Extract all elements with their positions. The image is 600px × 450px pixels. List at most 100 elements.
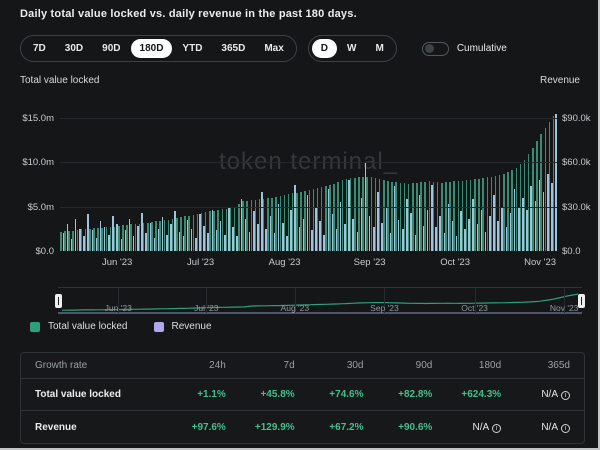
table-value-cell: +1.1% [171, 389, 240, 400]
range-button-ytd[interactable]: YTD [173, 39, 211, 58]
table-value-cell: N/Ai [446, 422, 515, 433]
range-button-7d[interactable]: 7D [24, 39, 55, 58]
x-axis-month-label: Jul '23 [187, 257, 214, 268]
tvl-bar [238, 204, 240, 251]
range-button-90d[interactable]: 90D [93, 39, 129, 58]
tvl-bar [379, 179, 381, 251]
tvl-bar [197, 214, 199, 251]
tvl-bar [383, 180, 385, 251]
tvl-bar [420, 182, 422, 251]
table-header-cell: 7d [240, 360, 309, 371]
tvl-bar [280, 196, 282, 251]
table-value-cell: +624.3% [446, 389, 515, 400]
tvl-bar [478, 179, 480, 251]
tvl-bar [474, 179, 476, 251]
info-icon[interactable]: i [561, 391, 570, 400]
tvl-bar [516, 168, 518, 251]
bar-group [553, 100, 557, 251]
plot-area[interactable] [60, 100, 557, 251]
tvl-bar [371, 177, 373, 251]
tvl-bar [549, 122, 551, 251]
table-header-cell: Growth rate [21, 360, 171, 371]
tvl-bar [375, 178, 377, 251]
range-button-max[interactable]: Max [255, 39, 292, 58]
brush-month-label: Sep '23 [370, 303, 399, 313]
tvl-bar [545, 128, 547, 251]
tvl-bar [325, 186, 327, 251]
tvl-bar [222, 209, 224, 251]
tvl-bar [346, 179, 348, 251]
left-axis-title: Total value locked [20, 75, 100, 86]
table-value-cell: +97.6% [171, 422, 240, 433]
tvl-bar [226, 209, 228, 251]
tvl-bar [106, 227, 108, 251]
timeline-brush[interactable]: Jun '23Jul '23Aug '23Sep '23Oct '23Nov '… [58, 287, 582, 313]
tvl-bar [412, 183, 414, 251]
legend: Total value locked Revenue [30, 321, 212, 332]
tvl-bar [395, 182, 397, 251]
brush-handle-left[interactable] [55, 294, 62, 308]
brush-month-label: Oct '23 [461, 303, 488, 313]
tvl-bar [553, 116, 555, 251]
info-icon[interactable]: i [561, 424, 570, 433]
tvl-bar [495, 176, 497, 251]
tvl-bar [139, 224, 141, 252]
brush-month-label: Nov '23 [550, 303, 579, 313]
gridline [60, 162, 557, 163]
granularity-button-w[interactable]: W [338, 39, 365, 58]
tvl-bar [342, 180, 344, 251]
table-value-cell: +129.9% [240, 422, 309, 433]
tvl-bar [114, 227, 116, 251]
axis-tick-label: $15.0m [0, 113, 54, 124]
tvl-bar [437, 182, 439, 251]
range-button-30d[interactable]: 30D [56, 39, 92, 58]
tvl-bar [292, 193, 294, 251]
legend-label: Total value locked [48, 321, 128, 332]
brush-month-label: Jun '23 [105, 303, 132, 313]
tvl-bar [482, 178, 484, 251]
legend-item[interactable]: Revenue [154, 321, 212, 332]
gridline [60, 207, 557, 208]
tvl-bar [507, 172, 509, 251]
axis-tick-label: $30.0k [562, 202, 600, 213]
tvl-bar [246, 201, 248, 252]
table-header-cell: 24h [171, 360, 240, 371]
brush-sparkline [58, 288, 582, 314]
tvl-bar [313, 189, 315, 251]
brush-handle-right[interactable] [578, 294, 585, 308]
cumulative-label: Cumulative [457, 43, 507, 54]
legend-item[interactable]: Total value locked [30, 321, 128, 332]
range-button-180d[interactable]: 180D [131, 39, 173, 58]
axis-tick-label: $90.0k [562, 113, 600, 124]
range-button-365d[interactable]: 365D [212, 39, 254, 58]
tvl-bar [213, 211, 215, 251]
tvl-bar [511, 170, 513, 251]
tvl-bar [466, 180, 468, 251]
granularity-button-m[interactable]: M [366, 39, 392, 58]
tvl-bar [180, 217, 182, 251]
tvl-bar [64, 231, 66, 251]
tvl-bar [284, 195, 286, 251]
tvl-bar [433, 182, 435, 251]
info-icon[interactable]: i [492, 424, 501, 433]
tvl-bar [151, 222, 153, 251]
tvl-bar [101, 228, 103, 252]
tvl-bar [304, 191, 306, 251]
cumulative-toggle[interactable] [422, 42, 449, 56]
tvl-bar [491, 177, 493, 252]
table-header-cell: 30d [309, 360, 378, 371]
tvl-bar [424, 182, 426, 251]
tvl-bar [333, 184, 335, 251]
table-header-cell: 180d [446, 360, 515, 371]
gridline [60, 118, 557, 119]
table-row-tvl: Total value locked+1.1%+45.8%+74.6%+82.8… [21, 379, 584, 411]
granularity-button-d[interactable]: D [312, 39, 337, 58]
range-group: 7D30D90D180DYTD365DMax [20, 35, 297, 62]
tvl-bar [528, 154, 530, 251]
tvl-bar [317, 188, 319, 251]
tvl-bar [234, 208, 236, 251]
brush-month-label: Aug '23 [281, 303, 310, 313]
tvl-bar [159, 221, 161, 251]
tvl-bar [358, 177, 360, 251]
toggle-knob-icon [425, 44, 434, 53]
